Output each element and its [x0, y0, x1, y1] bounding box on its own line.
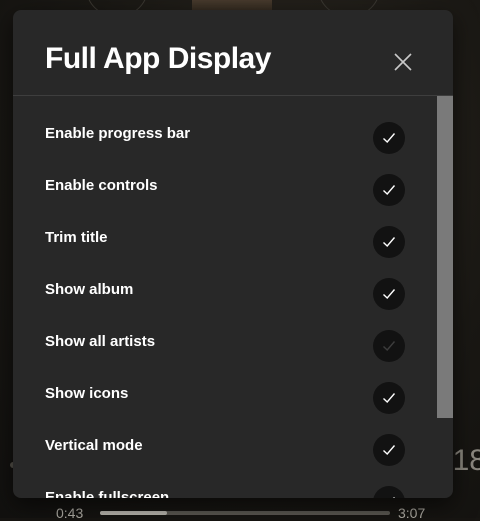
- setting-label: Show icons: [45, 385, 129, 402]
- setting-label: Trim title: [45, 229, 108, 246]
- setting-row: Enable progress bar: [13, 96, 437, 154]
- check-icon: [383, 289, 396, 300]
- setting-row: Show album: [13, 252, 437, 310]
- elapsed-time: 0:43: [56, 505, 84, 521]
- setting-row: Trim title: [13, 200, 437, 258]
- setting-label: Enable progress bar: [45, 125, 191, 142]
- settings-list: Enable progress bar Enable controls Trim…: [13, 96, 437, 498]
- dialog-body: Enable progress bar Enable controls Trim…: [13, 96, 453, 498]
- check-icon: [383, 393, 396, 404]
- playback-progress-fill: [100, 511, 167, 515]
- check-icon: [383, 185, 396, 196]
- playback-progress-bar[interactable]: [100, 511, 390, 515]
- check-icon: [383, 133, 396, 144]
- check-icon: [383, 445, 396, 456]
- setting-label: Show all artists: [45, 333, 156, 350]
- setting-row: Show all artists: [13, 304, 437, 362]
- setting-row: Show icons: [13, 356, 437, 414]
- setting-row: Vertical mode: [13, 408, 437, 466]
- setting-label: Show album: [45, 281, 134, 298]
- setting-label: Enable controls: [45, 177, 158, 194]
- setting-label: Enable fullscreen: [45, 489, 170, 498]
- check-icon: [383, 237, 396, 248]
- close-icon: [394, 53, 412, 71]
- setting-row: Enable controls: [13, 148, 437, 206]
- scrollbar-thumb[interactable]: [437, 96, 453, 418]
- track-duration: 3:07: [398, 505, 426, 521]
- setting-row: Enable fullscreen: [13, 460, 437, 498]
- setting-toggle[interactable]: [373, 486, 405, 498]
- close-button[interactable]: [389, 48, 417, 76]
- dialog-title: Full App Display: [45, 42, 271, 75]
- dialog-header: Full App Display: [13, 10, 453, 96]
- check-icon: [383, 341, 396, 352]
- setting-label: Vertical mode: [45, 437, 143, 454]
- scrollbar[interactable]: [437, 96, 453, 498]
- settings-dialog: Full App Display Enable progress bar Ena…: [13, 10, 453, 498]
- check-icon: [393, 497, 396, 498]
